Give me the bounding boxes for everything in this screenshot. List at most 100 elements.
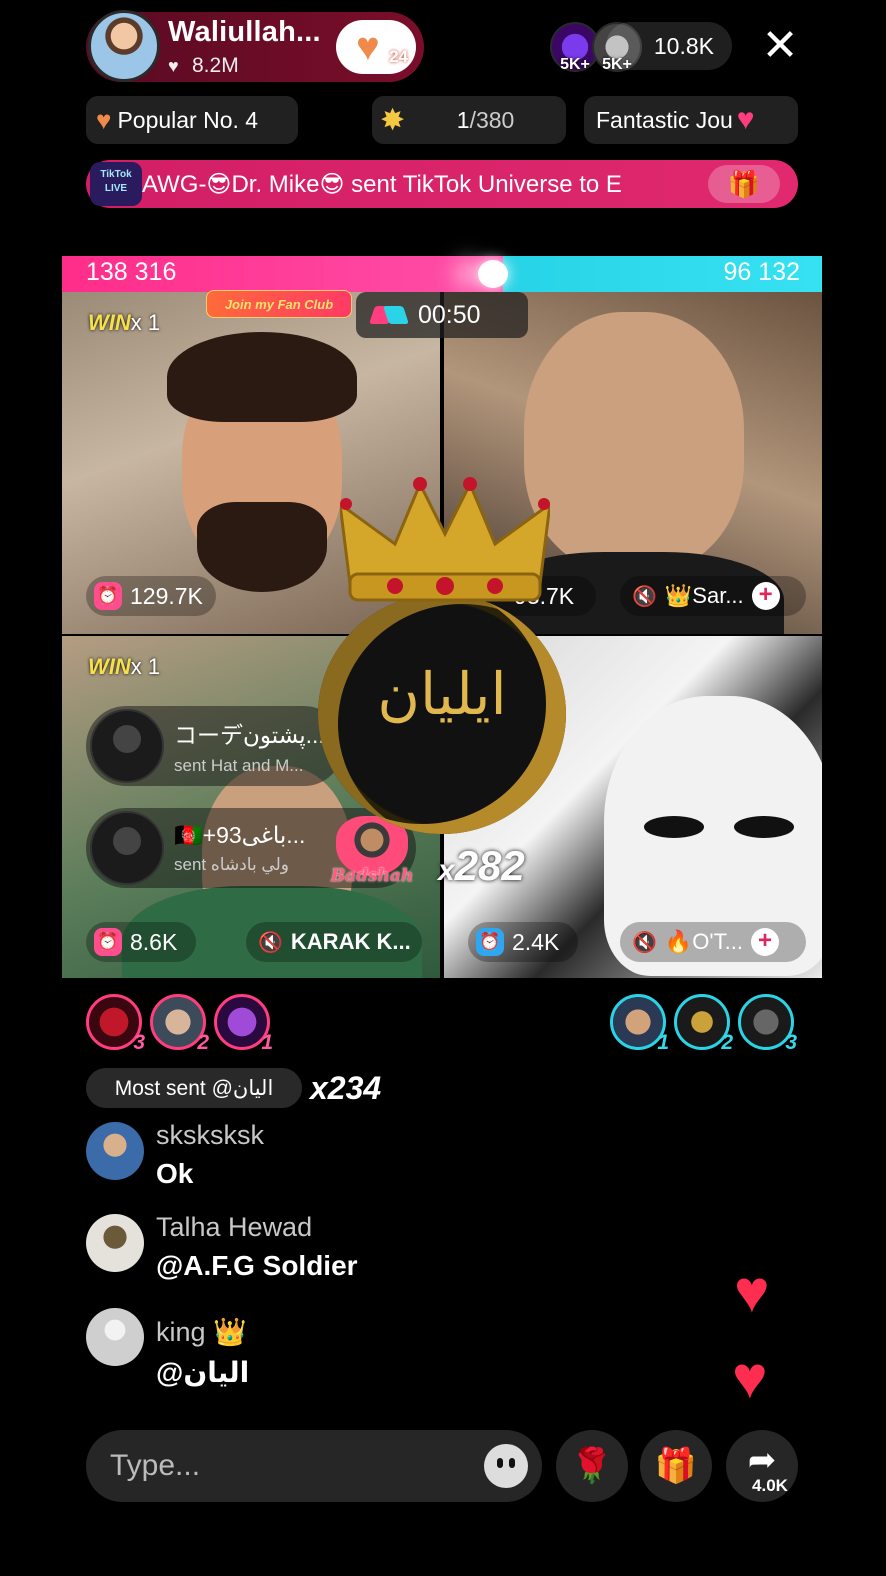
top-gifter-avatar[interactable]: 1 [214,994,273,1054]
score-left: 138 316 [86,258,177,286]
notification-name: 🇦🇫+93باغی... [174,821,306,848]
heart-icon: ♥ [168,56,179,76]
follow-plus-button[interactable]: + [751,582,780,610]
tile-user-name: 👑Sar... [664,583,744,608]
gifter-rank: 2 [721,1031,733,1054]
comment-name[interactable]: sksksksk [156,1120,264,1151]
share-count: 4.0K [752,1476,788,1495]
tile-user-name: KARAK K... [290,929,411,954]
close-button[interactable]: ✕ [760,24,800,68]
host-avatar[interactable] [88,10,160,82]
notification-sub: sent Hat and M... [174,756,304,775]
comment-text: @اليان [156,1357,250,1388]
host-likes-count: 8.2M [192,54,239,77]
comment-name[interactable]: king 👑 [156,1316,247,1348]
muted-icon: 🔇 [258,931,283,954]
tile-user-pill[interactable]: 🔇 🔥O'T... + [620,922,806,962]
win-multiplier: x 1 [130,310,161,335]
top-gifter-avatar[interactable]: 3 [738,994,797,1054]
gift-button[interactable]: 🎁 [640,1430,712,1502]
rank-pill[interactable]: ✸ 1/380 [372,96,566,144]
follow-plus-button[interactable]: + [750,928,779,956]
rank-current: 1 [456,106,470,133]
top-gifter-avatar[interactable]: 3 [86,994,145,1054]
tile-stat-value: 8.6K [130,928,178,955]
tiktok-live-badge-icon: TikTok LIVE [90,162,142,206]
win-label: WIN [88,654,131,679]
tile-stat-value: 129.7K [130,582,203,609]
top-gifter-avatar[interactable]: 1 [610,994,669,1054]
tile-stat: ⏰ 129.7K [86,576,216,616]
win-label: WIN [88,310,131,335]
host-likes: ♥ 8.2M [168,54,239,78]
tile-stat: ⏰ 2.4K [468,922,578,962]
notification-sub: sent ولي بادشاه [174,854,289,874]
tile-stat-value: 2.4K [512,928,560,955]
fan-club-button[interactable]: ♥ 24 [336,20,416,74]
comment-avatar[interactable] [86,1308,144,1366]
gift-icon[interactable]: 🎁 [708,165,780,203]
gifter-rank: 3 [133,1031,145,1054]
mask-eye [644,816,704,838]
popular-label: Popular No. 4 [117,106,259,133]
alarm-icon: ⏰ [94,582,122,610]
gift-banner[interactable]: AWG-😎Dr. Mike😎 sent TikTok Universe to E [86,160,798,208]
top-gifter-avatar[interactable]: 2 [150,994,209,1054]
host-name[interactable]: Waliullah... [168,16,321,49]
tile-user-pill[interactable]: 🔇 KARAK K... [246,922,422,962]
popular-rank-pill[interactable]: ♥ Popular No. 4 [86,96,298,144]
heart-icon: ♥ [96,104,112,135]
gift-count-value: 282 [454,842,525,889]
medallion-text: ایلیان [377,660,507,728]
emoji-icon[interactable] [484,1444,528,1488]
most-sent-count: x234 [310,1070,382,1106]
win-badge: WINx 1 [88,310,160,336]
versus-icon [372,304,406,326]
win-badge: WINx 1 [88,654,160,680]
fantastic-pill[interactable]: Fantastic Jou ♥ [584,96,798,144]
alarm-icon: ⏰ [476,928,504,956]
muted-icon: 🔇 [632,931,657,954]
comment-text: Ok [156,1158,194,1189]
muted-icon: 🔇 [632,585,657,608]
rank-total: /380 [469,106,515,133]
win-multiplier: x 1 [130,654,161,679]
gifter-rank: 1 [261,1031,273,1054]
battle-timer: 00:50 [356,292,528,338]
comment-name[interactable]: Talha Hewad [156,1212,312,1243]
beard [197,502,327,592]
floating-heart-icon: ♥ [734,1258,770,1325]
gift-heart-icon: ♥ [736,103,755,136]
top-gifter-avatar[interactable]: 2 [674,994,733,1054]
fan-club-banner[interactable]: Join my Fan Club [206,290,352,318]
tile-user-pill[interactable]: 🔇 👑Sar... + [620,576,806,616]
banner-text: AWG-😎Dr. Mike😎 sent TikTok Universe to E [142,170,622,198]
tile-user-name: 🔥O'T... [664,929,743,954]
face [524,312,744,572]
center-gift-count: x282 [438,842,525,890]
fan-level: 24 [389,47,408,66]
notification-name: コーデپشتون... [174,722,325,748]
floating-heart-icon: ♥ [732,1344,768,1411]
share-arrow-icon: ➦ [747,1441,777,1479]
viewer-count[interactable]: 10.8K [606,22,732,70]
gifter-rank: 1 [657,1031,669,1054]
badshah-label: Badshah [330,866,414,886]
gift-count-x: x [438,854,455,887]
hair [167,332,357,422]
comment-input[interactable]: Type... [86,1430,542,1502]
comment-avatar[interactable] [86,1122,144,1180]
notification-avatar [90,709,164,783]
gift-notification[interactable]: コーデپشتون... sent Hat and M... [86,706,344,786]
most-sent-pill[interactable]: Most sent @اليان [86,1068,302,1108]
mask-eye [734,816,794,838]
score-right: 96 132 [723,258,800,286]
comment-placeholder: Type... [110,1449,201,1482]
notification-avatar [90,811,164,885]
alarm-icon: ⏰ [94,928,122,956]
tile-stat: ⏰ 8.6K [86,922,196,962]
gifter-rank: 2 [197,1031,209,1054]
fantastic-label: Fantastic Jou [596,106,733,133]
comment-avatar[interactable] [86,1214,144,1272]
rose-gift-button[interactable]: 🌹 [556,1430,628,1502]
